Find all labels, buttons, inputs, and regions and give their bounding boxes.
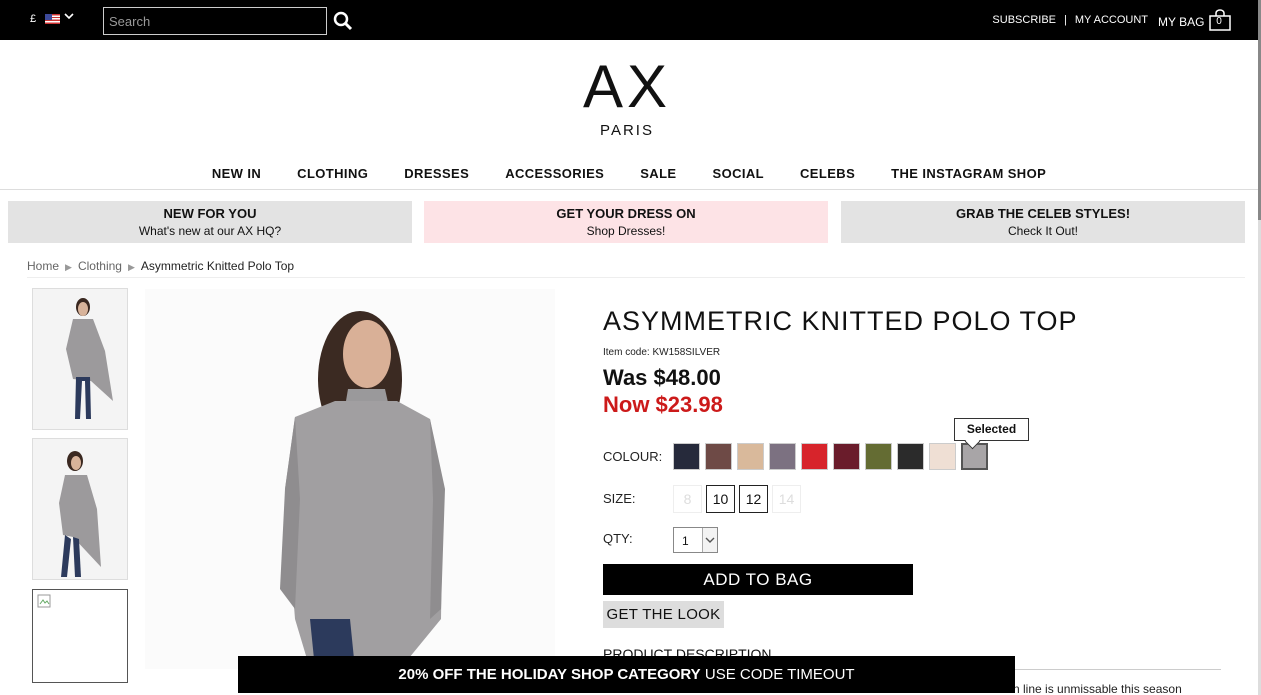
breadcrumb-clothing[interactable]: Clothing xyxy=(78,259,122,273)
quantity-value: 1 xyxy=(682,534,689,548)
nav-accessories[interactable]: ACCESSORIES xyxy=(505,166,604,181)
colour-swatch[interactable] xyxy=(705,443,732,470)
nav-social[interactable]: SOCIAL xyxy=(713,166,765,181)
search-input[interactable] xyxy=(103,7,327,35)
colour-swatch[interactable] xyxy=(897,443,924,470)
model-front-image xyxy=(33,289,127,429)
product-thumbnail-3[interactable] xyxy=(32,589,128,683)
product-main-image[interactable] xyxy=(145,289,555,669)
nav-clothing[interactable]: CLOTHING xyxy=(297,166,368,181)
model-side-image xyxy=(33,439,127,579)
promo-subtitle: Check It Out! xyxy=(1007,224,1079,238)
promo-celeb-styles[interactable]: GRAB THE CELEB STYLES! Check It Out! xyxy=(841,201,1245,243)
product-thumbnail-2[interactable] xyxy=(32,438,128,580)
search-icon[interactable] xyxy=(333,11,353,31)
model-main-image xyxy=(145,289,555,669)
nav-new-in[interactable]: NEW IN xyxy=(212,166,261,181)
breadcrumb-current: Asymmetric Knitted Polo Top xyxy=(140,259,295,273)
size-option-10[interactable]: 10 xyxy=(706,485,735,513)
nav-sale[interactable]: SALE xyxy=(640,166,676,181)
quantity-select[interactable]: 1 xyxy=(673,527,718,553)
promo-dresses[interactable]: GET YOUR DRESS ON Shop Dresses! xyxy=(424,201,828,243)
size-option-8[interactable]: 8 xyxy=(673,485,702,513)
nav-celebs[interactable]: CELEBS xyxy=(800,166,855,181)
colour-swatch[interactable] xyxy=(673,443,700,470)
promo-new-for-you[interactable]: NEW FOR YOU What's new at our AX HQ? xyxy=(8,201,412,243)
nav-dresses[interactable]: DRESSES xyxy=(404,166,469,181)
colour-label: COLOUR: xyxy=(603,449,663,464)
chevron-down-icon[interactable] xyxy=(64,11,74,21)
brand-logo[interactable]: AX PARIS xyxy=(560,53,694,140)
colour-swatch[interactable] xyxy=(929,443,956,470)
logo-wordmark: AX xyxy=(582,53,672,120)
currency-selector[interactable]: £ xyxy=(30,13,36,25)
my-account-link[interactable]: MY ACCOUNT xyxy=(1075,14,1148,26)
size-option-12[interactable]: 12 xyxy=(739,485,768,513)
breadcrumb-divider xyxy=(27,277,1245,278)
dropdown-arrow-icon[interactable] xyxy=(702,528,717,552)
discount-banner-code: USE CODE TIMEOUT xyxy=(700,666,855,683)
promo-subtitle: Shop Dresses! xyxy=(586,224,666,238)
broken-image-icon xyxy=(37,594,51,608)
promo-title: GET YOUR DRESS ON xyxy=(556,206,696,221)
top-bar: £ SUBSCRIBE | MY ACCOUNT MY BAG 0 xyxy=(0,0,1258,40)
selected-tooltip: Selected xyxy=(954,418,1029,441)
colour-swatch[interactable] xyxy=(769,443,796,470)
us-flag-icon[interactable] xyxy=(45,14,60,24)
was-price: Was $48.00 xyxy=(603,365,721,390)
promo-title: NEW FOR YOU xyxy=(163,206,257,221)
promo-title: GRAB THE CELEB STYLES! xyxy=(955,206,1131,221)
add-to-bag-button[interactable]: ADD TO BAG xyxy=(603,564,913,595)
discount-banner[interactable]: 20% OFF THE HOLIDAY SHOP CATEGORY USE CO… xyxy=(238,656,1015,693)
product-title: ASYMMETRIC KNITTED POLO TOP xyxy=(603,306,1078,336)
colour-swatch[interactable] xyxy=(737,443,764,470)
discount-banner-bold: 20% OFF THE HOLIDAY SHOP CATEGORY xyxy=(398,666,701,683)
colour-swatch[interactable] xyxy=(865,443,892,470)
topbar-separator: | xyxy=(1064,14,1067,26)
colour-swatch[interactable] xyxy=(833,443,860,470)
breadcrumb-arrow-icon: ▶ xyxy=(127,262,135,272)
description-text: n line is unmissable this season xyxy=(1013,682,1182,695)
breadcrumb-arrow-icon: ▶ xyxy=(65,262,72,272)
qty-label: QTY: xyxy=(603,531,633,546)
nav-instagram-shop[interactable]: THE INSTAGRAM SHOP xyxy=(891,166,1046,181)
logo-subtitle: PARIS xyxy=(600,122,654,139)
my-bag-link[interactable]: MY BAG xyxy=(1158,15,1204,29)
now-price: Now $23.98 xyxy=(603,392,723,417)
get-the-look-button[interactable]: GET THE LOOK xyxy=(603,601,724,628)
bag-count-badge: 0 xyxy=(1216,16,1222,27)
promo-subtitle: What's new at our AX HQ? xyxy=(138,224,282,238)
product-thumbnail-1[interactable] xyxy=(32,288,128,430)
subscribe-link[interactable]: SUBSCRIBE xyxy=(992,14,1056,26)
size-option-14[interactable]: 14 xyxy=(772,485,801,513)
colour-swatch[interactable] xyxy=(801,443,828,470)
breadcrumb-home[interactable]: Home xyxy=(27,259,59,273)
breadcrumb: Home ▶ Clothing ▶ Asymmetric Knitted Polo To… xyxy=(27,259,294,273)
main-navigation: NEW IN CLOTHING DRESSES ACCESSORIES SALE SOCI… xyxy=(0,166,1258,190)
size-label: SIZE: xyxy=(603,491,636,506)
item-code: Item code: KW158SILVER xyxy=(603,347,721,358)
